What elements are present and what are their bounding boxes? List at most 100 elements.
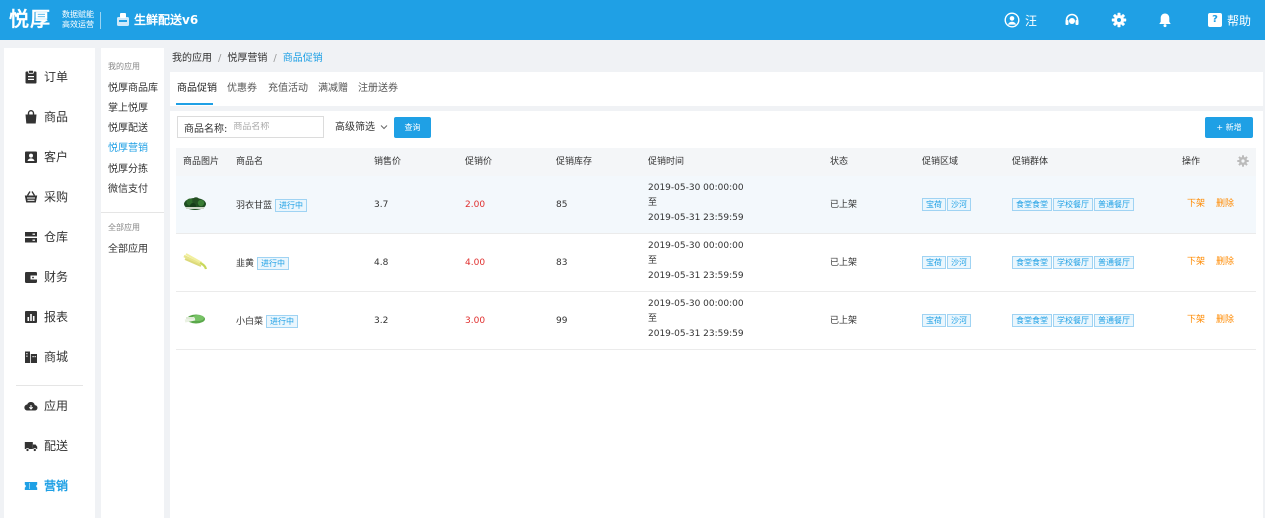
tab-register-coupon[interactable]: 注册送券 <box>358 82 398 96</box>
sidebar-item-apps[interactable]: 应用 <box>4 393 95 419</box>
sidebar-item-mall[interactable]: 商城 <box>4 344 95 370</box>
subnav-item-delivery[interactable]: 悦厚配送 <box>108 123 148 135</box>
clipboard-icon <box>24 70 38 84</box>
promo-stock: 83 <box>556 258 568 268</box>
user-icon <box>1004 12 1020 28</box>
promo-regions: 宝荷 沙河 <box>922 256 972 269</box>
tab-product-promotion[interactable]: 商品促销 <box>177 82 217 96</box>
sidebar-item-label: 配送 <box>44 439 69 453</box>
sidebar-item-label: 客户 <box>44 150 69 164</box>
product-name-input[interactable] <box>233 122 324 132</box>
region-tag: 沙河 <box>947 314 971 327</box>
subnav-item-marketing[interactable]: 悦厚营销 <box>108 143 148 155</box>
breadcrumb-item[interactable]: 我的应用 <box>172 52 212 66</box>
tab-discount-gift[interactable]: 满减赠 <box>318 82 348 96</box>
subnav-item-mobile[interactable]: 掌上悦厚 <box>108 103 148 115</box>
delete-link[interactable]: 删除 <box>1216 256 1234 268</box>
breadcrumb-separator: / <box>273 53 277 64</box>
group-tag: 食堂食堂 <box>1012 198 1052 211</box>
delete-link[interactable]: 删除 <box>1216 314 1234 326</box>
sidebar-item-marketing[interactable]: 营销 <box>4 473 95 499</box>
gear-icon <box>1111 12 1127 28</box>
promo-time-end: 2019-05-31 23:59:59 <box>648 213 744 223</box>
region-tag: 宝荷 <box>922 314 946 327</box>
tab-coupons[interactable]: 优惠券 <box>227 82 257 96</box>
sale-price: 3.7 <box>374 200 389 210</box>
shelf-status: 已上架 <box>830 200 858 210</box>
product-name: 小白菜 进行中 <box>236 315 299 328</box>
promo-time-end: 2019-05-31 23:59:59 <box>648 329 744 339</box>
sidebar-item-label: 应用 <box>44 399 69 413</box>
group-tag: 学校餐厅 <box>1053 198 1093 211</box>
group-tag: 食堂食堂 <box>1012 256 1052 269</box>
breadcrumb-current: 商品促销 <box>282 53 323 64</box>
sidebar-item-finance[interactable]: 财务 <box>4 264 95 290</box>
user-name: 汪 <box>1025 13 1038 28</box>
sidebar-item-warehouse[interactable]: 仓库 <box>4 224 95 250</box>
promo-time: 2019-05-30 00:00:00 至 2019-05-31 23:59:5… <box>648 297 744 342</box>
promo-price: 2.00 <box>465 200 486 210</box>
user-menu[interactable]: 汪 <box>1004 12 1037 28</box>
status-badge: 进行中 <box>275 199 308 212</box>
promo-time-to: 至 <box>648 198 658 208</box>
sidebar-item-purchasing[interactable]: 采购 <box>4 184 95 210</box>
app-title[interactable]: 生鲜配送v6 <box>134 12 198 28</box>
promo-time-start: 2019-05-30 00:00:00 <box>648 299 744 309</box>
help-button[interactable]: ? 帮助 <box>1208 12 1251 28</box>
customer-service-button[interactable] <box>1064 12 1080 28</box>
subnav-item-product-library[interactable]: 悦厚商品库 <box>108 83 158 95</box>
take-down-link[interactable]: 下架 <box>1187 198 1205 210</box>
advanced-filter-toggle[interactable]: 高级筛选 <box>335 121 388 135</box>
take-down-link[interactable]: 下架 <box>1187 256 1205 268</box>
sidebar-item-label: 商品 <box>44 110 69 124</box>
subnav-group-all-apps: 全部应用 <box>108 223 140 232</box>
product-name-text: 小白菜 <box>236 317 264 327</box>
tab-recharge-activity[interactable]: 充值活动 <box>268 82 308 96</box>
promo-groups: 食堂食堂 学校餐厅 普通餐厅 <box>1012 198 1135 211</box>
promo-regions: 宝荷 沙河 <box>922 314 972 327</box>
sidebar-item-label: 财务 <box>44 270 69 284</box>
table-row[interactable]: 小白菜 进行中 3.2 3.00 99 2019-05-30 00:00:00 至… <box>176 292 1256 350</box>
sidebar-item-reports[interactable]: 报表 <box>4 304 95 330</box>
promo-price: 3.00 <box>465 316 486 326</box>
table-row[interactable]: 韭黄 进行中 4.8 4.00 83 2019-05-30 00:00:00 至 … <box>176 234 1256 292</box>
product-name-text: 羽衣甘蓝 <box>236 201 273 211</box>
contact-card-icon <box>24 150 38 164</box>
group-tag: 普通餐厅 <box>1094 314 1134 327</box>
shelf-status: 已上架 <box>830 258 858 268</box>
logo-slogan: 数据赋能 高效运营 <box>62 10 102 30</box>
region-tag: 宝荷 <box>922 256 946 269</box>
add-button[interactable]: + 新增 <box>1205 117 1253 138</box>
main-sidebar: 订单 商品 客户 采购 仓库 财务 报表 商城 应用 配送 营销 <box>4 48 95 518</box>
settings-button[interactable] <box>1111 12 1127 28</box>
warehouse-icon <box>24 230 38 244</box>
subnav-item-all-apps[interactable]: 全部应用 <box>108 244 148 256</box>
product-name: 韭黄 进行中 <box>236 257 290 270</box>
tabs-bar: 商品促销 优惠券 充值活动 满减赠 注册送券 <box>170 72 1263 106</box>
help-label: 帮助 <box>1227 13 1252 28</box>
table-row[interactable]: 羽衣甘蓝 进行中 3.7 2.00 85 2019-05-30 00:00:00 … <box>176 176 1256 234</box>
subnav-item-sorting[interactable]: 悦厚分拣 <box>108 164 148 176</box>
sidebar-item-products[interactable]: 商品 <box>4 104 95 130</box>
chives-image <box>182 251 208 271</box>
subnav-item-wechat-pay[interactable]: 微信支付 <box>108 184 148 196</box>
group-tag: 普通餐厅 <box>1094 256 1134 269</box>
delete-link[interactable]: 删除 <box>1216 198 1234 210</box>
promo-price: 4.00 <box>465 258 486 268</box>
sidebar-item-delivery[interactable]: 配送 <box>4 433 95 459</box>
sidebar-item-orders[interactable]: 订单 <box>4 64 95 90</box>
column-settings-button[interactable] <box>1237 155 1249 167</box>
breadcrumb-separator: / <box>218 53 222 64</box>
query-button[interactable]: 查询 <box>394 117 431 138</box>
sidebar-divider <box>16 385 83 386</box>
group-tag: 学校餐厅 <box>1053 256 1093 269</box>
breadcrumb-item[interactable]: 悦厚营销 <box>227 52 267 66</box>
logo-slogan-line-2: 高效运营 <box>62 20 94 29</box>
notification-button[interactable] <box>1157 12 1173 28</box>
take-down-link[interactable]: 下架 <box>1187 314 1205 326</box>
sidebar-item-customers[interactable]: 客户 <box>4 144 95 170</box>
promo-groups: 食堂食堂 学校餐厅 普通餐厅 <box>1012 256 1135 269</box>
sidebar-item-label: 订单 <box>44 70 69 84</box>
promo-stock: 85 <box>556 200 568 210</box>
column-header: 促销群体 <box>1012 157 1049 167</box>
